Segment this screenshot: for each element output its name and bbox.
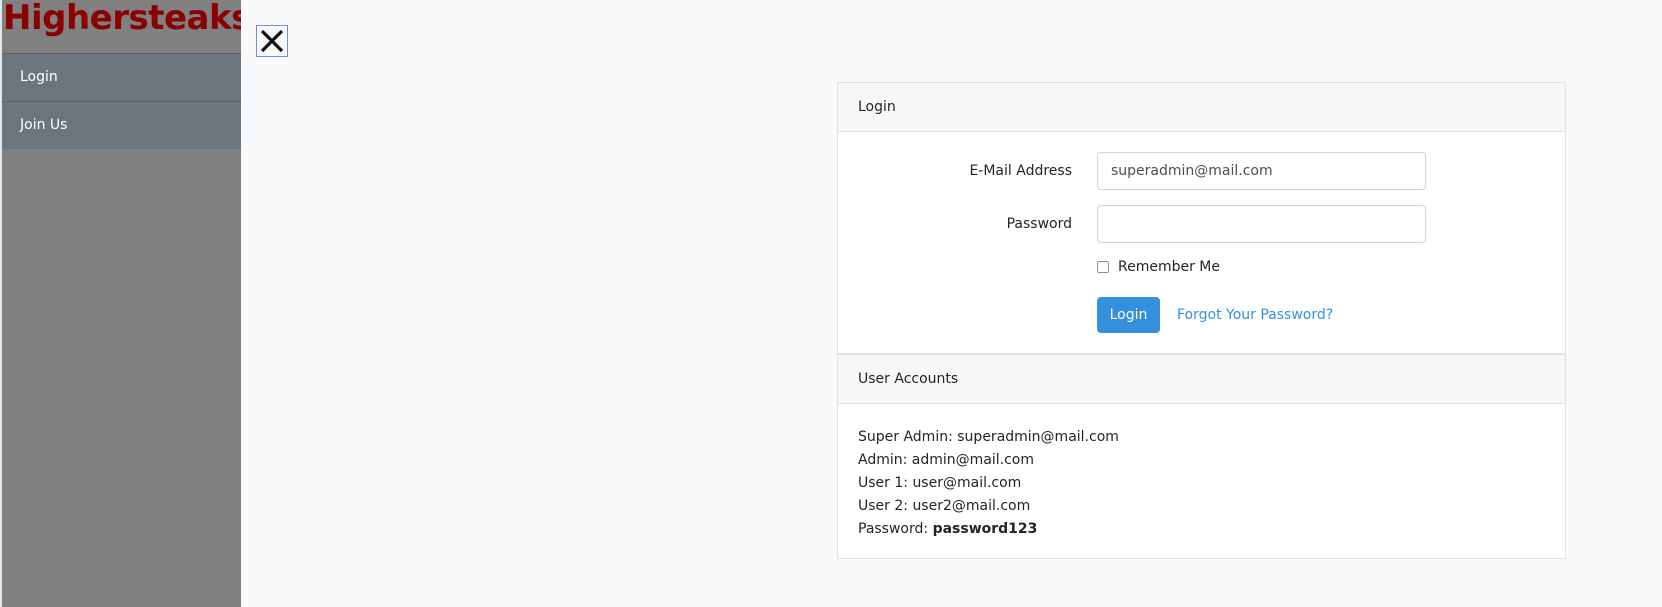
sidebar-item-join-us[interactable]: Join Us <box>2 101 241 149</box>
remember-me-row: Remember Me <box>1097 259 1220 275</box>
account-line-user-1: User 1: user@mail.com <box>858 472 1545 495</box>
password-value: password123 <box>932 521 1038 537</box>
remember-me-checkbox[interactable] <box>1097 261 1109 273</box>
login-card: Login E-Mail Address Password Remember M… <box>837 82 1566 354</box>
account-role: Super Admin: <box>858 429 953 445</box>
remember-me-label[interactable]: Remember Me <box>1118 259 1220 275</box>
account-email: user@mail.com <box>912 475 1022 491</box>
account-email: superadmin@mail.com <box>957 429 1119 445</box>
account-line-super-admin: Super Admin: superadmin@mail.com <box>858 426 1545 449</box>
account-line-admin: Admin: admin@mail.com <box>858 449 1545 472</box>
brand-logo[interactable]: Highersteaks <box>2 0 241 53</box>
close-icon <box>260 29 284 53</box>
account-role: User 2: <box>858 498 908 514</box>
sidebar: Highersteaks Login Join Us <box>0 0 241 607</box>
account-line-user-2: User 2: user2@mail.com <box>858 495 1545 518</box>
close-sidebar-button[interactable] <box>256 25 288 57</box>
account-email: admin@mail.com <box>911 452 1035 468</box>
password-field[interactable] <box>1097 205 1426 243</box>
email-row: E-Mail Address <box>838 152 1565 190</box>
user-accounts-card: User Accounts Super Admin: superadmin@ma… <box>837 354 1566 559</box>
account-email: user2@mail.com <box>912 498 1031 514</box>
account-role: Admin: <box>858 452 908 468</box>
login-card-header: Login <box>838 83 1565 132</box>
email-field[interactable] <box>1097 152 1426 190</box>
email-label: E-Mail Address <box>969 163 1072 179</box>
forgot-password-link[interactable]: Forgot Your Password? <box>1177 297 1333 333</box>
account-line-password: Password: password123 <box>858 518 1545 541</box>
login-button[interactable]: Login <box>1097 297 1160 333</box>
password-caption: Password: <box>858 521 929 537</box>
password-label: Password <box>1006 216 1072 232</box>
sidebar-item-login[interactable]: Login <box>2 53 241 101</box>
user-accounts-body: Super Admin: superadmin@mail.com Admin: … <box>838 404 1565 563</box>
account-role: User 1: <box>858 475 908 491</box>
password-row: Password <box>838 205 1565 243</box>
user-accounts-header: User Accounts <box>838 355 1565 404</box>
